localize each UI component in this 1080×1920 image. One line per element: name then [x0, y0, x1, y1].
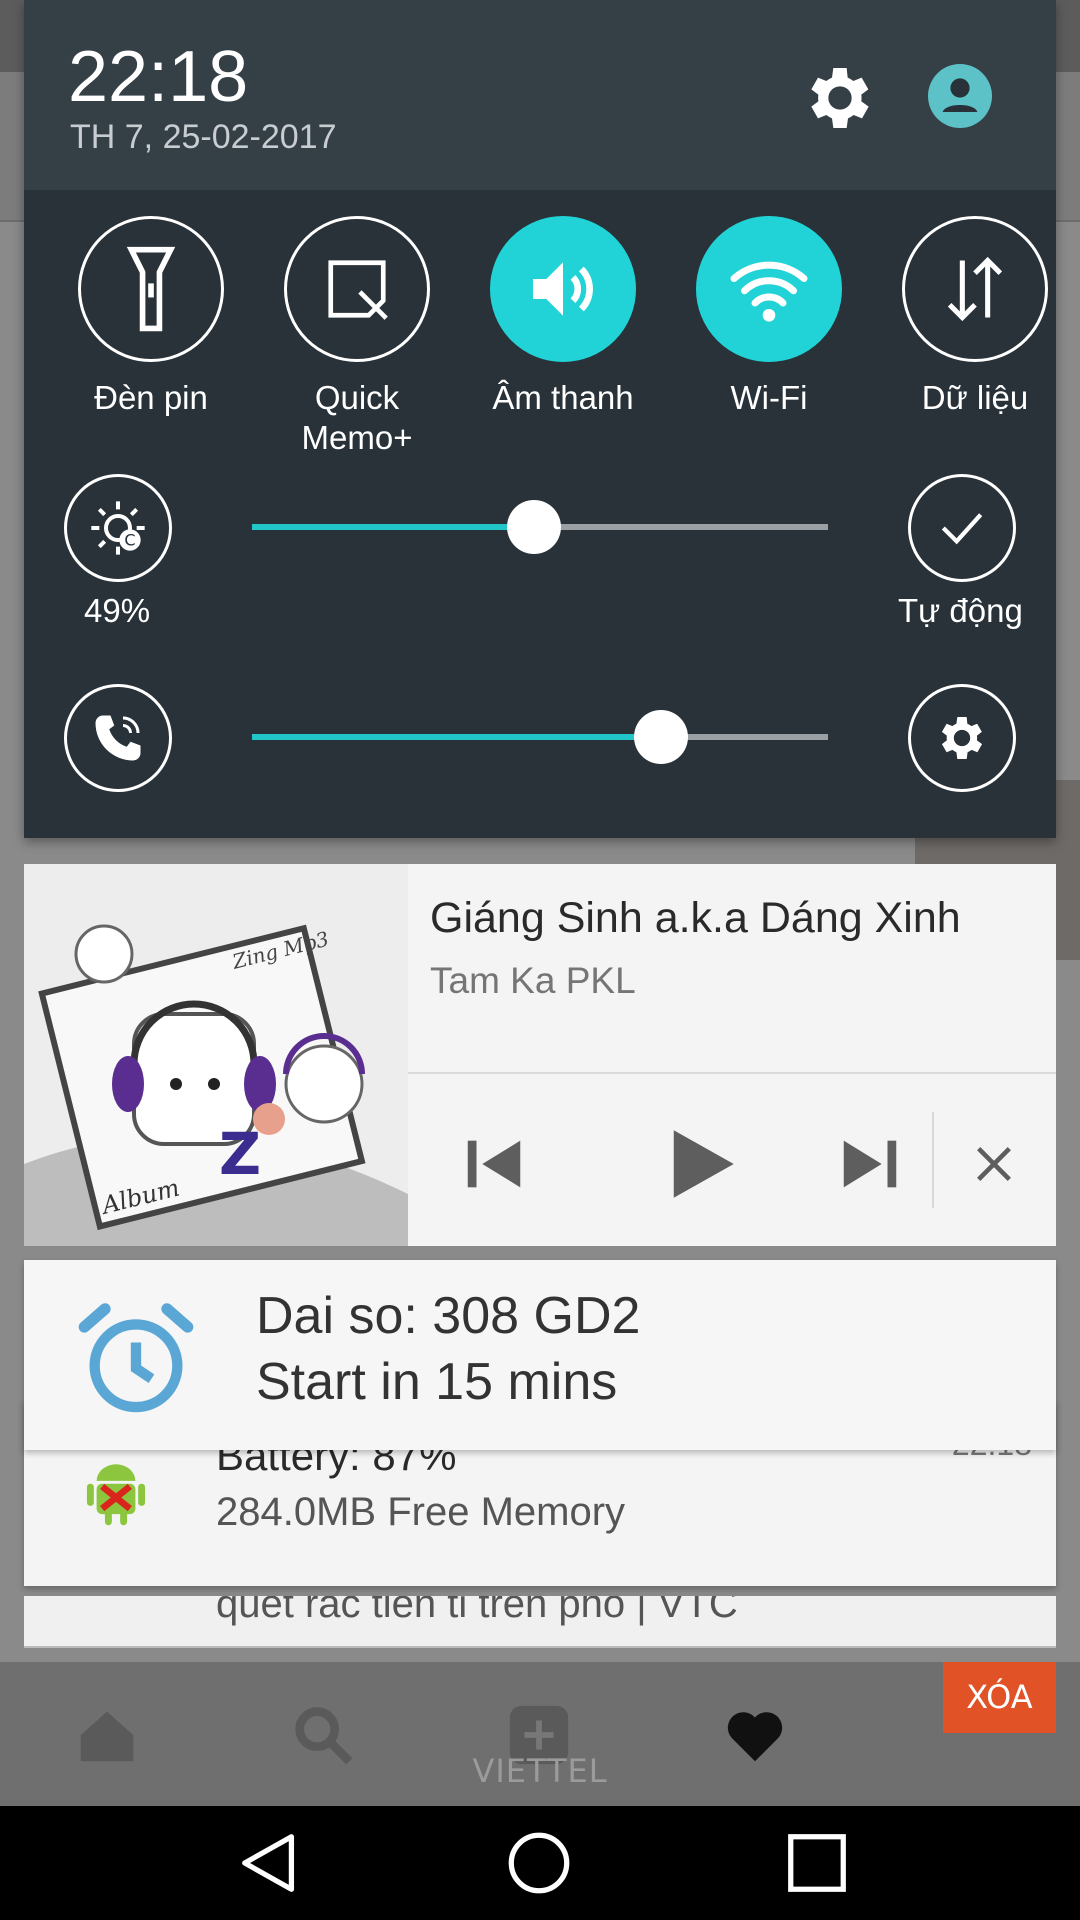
wifi-icon — [696, 216, 842, 362]
carrier-label: VIETTEL — [472, 1752, 608, 1790]
profile-icon[interactable] — [928, 64, 992, 128]
quick-settings-panel: 22:18 TH 7, 25-02-2017 Đèn pin Quick Mem… — [24, 0, 1056, 838]
home-circle-icon[interactable] — [504, 1828, 574, 1898]
delete-button[interactable]: XÓA — [943, 1662, 1056, 1733]
auto-brightness-label: Tự động — [898, 592, 1023, 629]
ringtone-slider-thumb[interactable] — [634, 710, 688, 764]
tile-flashlight[interactable]: Đèn pin — [66, 216, 236, 418]
battery-memory: 284.0MB Free Memory — [216, 1490, 626, 1534]
svg-text:Z: Z — [219, 1120, 261, 1188]
skip-previous-icon[interactable] — [444, 1114, 544, 1214]
alarm-title: Dai so: 308 GD2 — [256, 1287, 641, 1345]
news-notification[interactable]: quét rác tiền tỉ trên phố | VTC — [24, 1596, 1056, 1648]
check-icon[interactable] — [908, 474, 1016, 582]
tile-sound[interactable]: Âm thanh — [478, 216, 648, 418]
brightness-auto-icon[interactable]: C — [64, 474, 172, 582]
volume-icon — [490, 216, 636, 362]
gear-icon[interactable] — [800, 58, 880, 138]
media-notification[interactable]: Z Zing Mp3 Album Giáng Sinh a.k.a Dáng X… — [24, 864, 1056, 1246]
alarm-clock-icon — [74, 1296, 198, 1420]
clock: 22:18 — [68, 37, 249, 117]
back-icon[interactable] — [236, 1828, 306, 1898]
ringtone-slider-fill — [252, 734, 661, 740]
alarm-notification[interactable]: Dai so: 308 GD2 Start in 15 mins — [24, 1260, 1056, 1450]
tile-label: Dữ liệu — [921, 379, 1029, 416]
tile-quickmemo[interactable]: Quick Memo+ — [272, 216, 442, 458]
song-artist: Tam Ka PKL — [430, 960, 636, 1001]
tile-label: Đèn pin — [94, 379, 208, 416]
quickmemo-icon — [284, 216, 430, 362]
news-text: quét rác tiền tỉ trên phố | VTC — [216, 1596, 738, 1626]
date: TH 7, 25-02-2017 — [70, 118, 337, 156]
brightness-percent: 49% — [84, 592, 151, 629]
flashlight-icon — [78, 216, 224, 362]
brightness-slider-thumb[interactable] — [507, 500, 561, 554]
album-art: Z Zing Mp3 Album — [24, 864, 408, 1246]
tile-mobile-data[interactable]: Dữ liệu — [890, 216, 1060, 418]
divider — [932, 1112, 934, 1208]
tile-label: Quick Memo+ — [301, 379, 413, 456]
panel-header: 22:18 TH 7, 25-02-2017 — [24, 0, 1056, 190]
phone-ring-icon[interactable] — [64, 684, 172, 792]
brightness-slider-fill — [252, 524, 534, 530]
alarm-subtitle: Start in 15 mins — [256, 1353, 618, 1411]
skip-next-icon[interactable] — [820, 1114, 920, 1214]
play-icon[interactable] — [650, 1114, 750, 1214]
recents-square-icon[interactable] — [782, 1828, 852, 1898]
data-arrows-icon — [902, 216, 1048, 362]
tile-label: Wi-Fi — [730, 379, 808, 416]
close-icon[interactable] — [944, 1114, 1044, 1214]
android-icon — [82, 1456, 150, 1528]
tile-wifi[interactable]: Wi-Fi — [684, 216, 854, 418]
sound-settings-gear-icon[interactable] — [908, 684, 1016, 792]
divider — [408, 1072, 1056, 1074]
song-title: Giáng Sinh a.k.a Dáng Xinh — [430, 894, 961, 942]
tile-label: Âm thanh — [492, 379, 634, 416]
svg-text:C: C — [124, 531, 135, 550]
